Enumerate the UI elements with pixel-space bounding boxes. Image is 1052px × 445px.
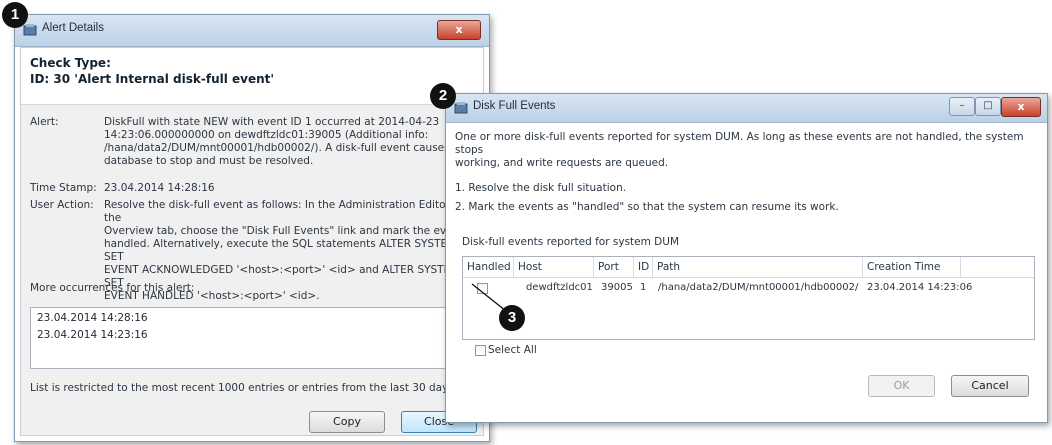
callout-badge-2: 2 [430, 83, 456, 109]
callout-badge-3: 3 [499, 305, 525, 331]
callout-line [471, 283, 507, 312]
callout-lines [471, 283, 507, 312]
callout-badge-1: 1 [2, 2, 28, 28]
